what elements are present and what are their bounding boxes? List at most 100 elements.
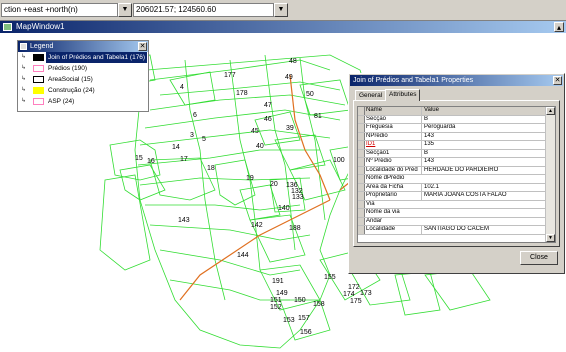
table-row[interactable]: ID1 135 — [358, 141, 555, 150]
table-row[interactable]: Localidade SANTIAGO DO CACÉM — [358, 226, 555, 235]
parcel-label: 173 — [360, 290, 372, 297]
parcel-label: 191 — [272, 278, 284, 285]
table-row[interactable]: Nº Prédio 143 — [358, 158, 555, 167]
legend-panel: Legend ✕ ↳ Join of Prédios and Tabela1 (… — [17, 40, 149, 112]
coordinate-field[interactable]: 206021.57; 124560.60 — [133, 3, 274, 17]
attribute-table-scrollbar[interactable]: ▲ ▼ — [545, 107, 555, 242]
table-row[interactable]: Secção1 B — [358, 149, 555, 158]
row-value[interactable]: B — [421, 149, 546, 157]
row-name: Localidade do Prédio — [366, 166, 418, 173]
parcel-label: 150 — [294, 297, 306, 304]
parcel-label: 81 — [314, 113, 322, 120]
parcel-label: 100 — [333, 157, 345, 164]
legend-item-construcao[interactable]: ↳ Construção (24) — [18, 85, 148, 96]
row-value[interactable]: 143 — [421, 158, 546, 166]
table-row[interactable]: Localidade do Prédio HERDADE DO PARDIEIRO — [358, 166, 555, 175]
legend-item-predios[interactable]: ↳ Prédios (190) — [18, 63, 148, 74]
row-name: Secção — [366, 115, 387, 122]
parcel-label: 142 — [251, 222, 263, 229]
toolbar: ction +east +north(n) ▼ 206021.57; 12456… — [0, 0, 566, 21]
legend-item-label: AreaSocial (15) — [48, 76, 93, 83]
parcel-label: 48 — [289, 58, 297, 65]
properties-close-icon[interactable]: ✕ — [553, 76, 562, 85]
parcel-label: 157 — [298, 315, 310, 322]
parcel-label: 188 — [289, 225, 301, 232]
table-row[interactable]: Freguesia Peroguarda — [358, 124, 555, 133]
parcel-label: 40 — [256, 143, 264, 150]
parcel-label: 39 — [286, 125, 294, 132]
table-row[interactable]: Secção B — [358, 115, 555, 124]
table-row[interactable]: Proprietário MARIA JOANA COSTA FALÃO — [358, 192, 555, 201]
column-header-value[interactable]: Value — [421, 107, 546, 115]
attribute-table-header: Name Value — [358, 107, 555, 116]
tab-general[interactable]: General — [355, 90, 387, 100]
row-name: Area da Ficha — [366, 183, 404, 190]
layer-swatch — [33, 87, 44, 94]
layer-swatch — [33, 54, 44, 61]
layer-select[interactable]: ction +east +north(n) — [1, 3, 118, 17]
table-row[interactable]: Andar — [358, 217, 555, 226]
row-name: Via — [366, 200, 375, 207]
parcel-label: 5 — [202, 136, 206, 143]
table-row[interactable]: Nome dPrédio — [358, 175, 555, 184]
row-name: Proprietário — [366, 192, 398, 198]
parcel-label: 14 — [172, 144, 180, 151]
layer-visibility-icon[interactable]: ↳ — [21, 54, 27, 61]
layer-visibility-icon[interactable]: ↳ — [21, 87, 27, 94]
table-row[interactable]: Area da Ficha 102.1 — [358, 183, 555, 192]
row-value[interactable]: SANTIAGO DO CACÉM — [421, 226, 546, 234]
row-value[interactable]: HERDADE DO PARDIEIRO — [421, 166, 546, 174]
parcel-label: 174 — [343, 291, 355, 298]
parcel-label: 3 — [190, 132, 194, 139]
map-window-icon — [3, 23, 12, 31]
map-window-title: MapWindow1 — [16, 22, 65, 31]
map-window-close-button[interactable]: ▴ — [554, 22, 564, 32]
parcel-label: 15 — [135, 155, 143, 162]
row-name: Nº Prédio — [366, 158, 392, 164]
properties-dialog: Join of Prédios and Tabela1 Properties ✕… — [348, 73, 565, 274]
tab-attributes[interactable]: Attributes — [385, 89, 421, 101]
parcel-label: 177 — [224, 72, 236, 79]
layer-swatch — [33, 65, 44, 72]
layer-visibility-icon[interactable]: ↳ — [21, 65, 27, 72]
column-header-name[interactable]: Name — [366, 107, 418, 115]
parcel-label: 140 — [278, 205, 290, 212]
table-row[interactable]: NPrédio 143 — [358, 132, 555, 141]
parcel-label: 151 — [270, 297, 282, 304]
parcel-label: 158 — [313, 301, 325, 308]
parcel-label: 20 — [270, 181, 278, 188]
parcel-label: 153 — [283, 317, 295, 324]
map-window-titlebar[interactable]: MapWindow1 ▴ — [0, 21, 566, 33]
properties-titlebar[interactable]: Join of Prédios and Tabela1 Properties ✕ — [350, 75, 563, 86]
row-value[interactable]: 135 — [421, 141, 546, 149]
parcel-label: 47 — [264, 102, 272, 109]
row-name: Nome da via — [366, 209, 400, 215]
legend-close-button[interactable]: ✕ — [138, 42, 147, 51]
legend-item-label: Construção (24) — [48, 87, 95, 94]
legend-icon — [20, 43, 27, 50]
scroll-down-icon[interactable]: ▼ — [546, 234, 555, 242]
table-row[interactable]: Via — [358, 200, 555, 209]
table-row[interactable]: Nome da via — [358, 209, 555, 218]
layer-select-dropdown-button[interactable]: ▼ — [118, 3, 132, 17]
legend-item-join[interactable]: ↳ Join of Prédios and Tabela1 (176) — [18, 52, 148, 63]
layer-swatch — [33, 76, 44, 83]
row-name: NPrédio — [366, 132, 388, 139]
row-value[interactable]: B — [421, 115, 546, 123]
parcel-label: 156 — [300, 329, 312, 336]
scroll-up-icon[interactable]: ▲ — [546, 107, 555, 115]
legend-item-asp[interactable]: ↳ ASP (24) — [18, 96, 148, 107]
row-value[interactable]: 102.1 — [421, 183, 546, 191]
row-value[interactable]: 143 — [421, 132, 546, 140]
close-button[interactable]: Close — [520, 251, 558, 265]
row-value[interactable]: MARIA JOANA COSTA FALÃO — [421, 192, 546, 200]
legend-item-label: ASP (24) — [48, 98, 75, 105]
parcel-label: 6 — [193, 112, 197, 119]
legend-item-areasocial[interactable]: ↳ AreaSocial (15) — [18, 74, 148, 85]
layer-visibility-icon[interactable]: ↳ — [21, 76, 27, 83]
row-value[interactable]: Peroguarda — [421, 124, 546, 132]
layer-visibility-icon[interactable]: ↳ — [21, 98, 27, 105]
parcel-label: 152 — [270, 304, 282, 311]
legend-titlebar[interactable]: Legend ✕ — [18, 41, 148, 52]
coordinate-dropdown-button[interactable]: ▼ — [274, 3, 288, 17]
